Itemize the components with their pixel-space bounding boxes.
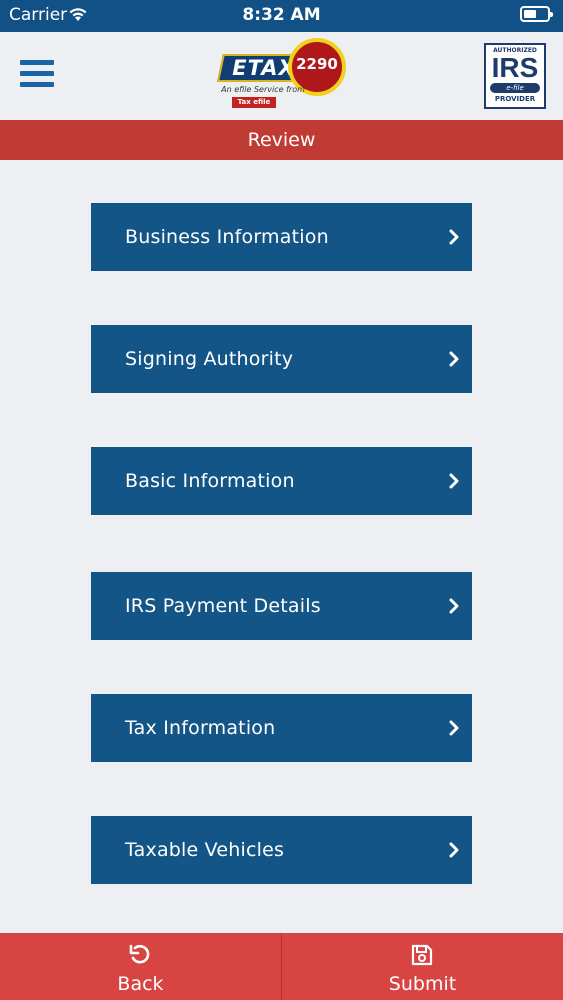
badge-bottom-text: PROVIDER [494,95,536,103]
menu-item-business-information[interactable]: Business Information [91,203,472,271]
menu-item-label: Basic Information [125,470,295,492]
menu-item-irs-payment-details[interactable]: IRS Payment Details [91,572,472,640]
battery-icon [520,6,553,22]
chevron-right-icon [449,229,459,245]
logo-number-text: 2290 [296,55,338,73]
chevron-right-icon [449,598,459,614]
chevron-right-icon [449,351,459,367]
menu-item-label: Business Information [125,226,329,248]
badge-main-text: IRS [491,52,539,83]
app-header: ETAX 2290 An efile Service from Tax efil… [0,32,563,120]
menu-item-taxable-vehicles[interactable]: Taxable Vehicles [91,816,472,884]
chevron-right-icon [449,473,459,489]
submit-button[interactable]: Submit [282,933,563,1000]
page-title: Review [0,120,563,160]
hamburger-menu-icon[interactable] [20,60,54,94]
back-button-label: Back [117,973,164,995]
menu-item-label: Tax Information [125,717,276,739]
undo-icon [129,944,150,964]
irs-efile-provider-badge: AUTHORIZED IRS e-file PROVIDER [484,43,546,109]
badge-middle-text: e-file [490,83,540,93]
logo-tagline: An efile Service from [221,85,305,94]
chevron-right-icon [449,720,459,736]
status-bar: Carrier 8:32 AM [0,0,563,32]
menu-item-signing-authority[interactable]: Signing Authority [91,325,472,393]
save-icon [411,944,433,966]
back-button[interactable]: Back [0,933,281,1000]
menu-item-label: IRS Payment Details [125,595,321,617]
status-time: 8:32 AM [242,5,321,25]
menu-item-label: Taxable Vehicles [125,839,285,861]
menu-item-tax-information[interactable]: Tax Information [91,694,472,762]
submit-button-label: Submit [388,973,457,995]
menu-item-label: Signing Authority [125,348,294,370]
bottom-action-bar: Back Submit [0,933,563,1000]
chevron-right-icon [449,842,459,858]
logo-sub-brand: Tax efile [232,97,276,108]
etax-logo: ETAX 2290 An efile Service from Tax efil… [217,36,348,112]
menu-item-basic-information[interactable]: Basic Information [91,447,472,515]
